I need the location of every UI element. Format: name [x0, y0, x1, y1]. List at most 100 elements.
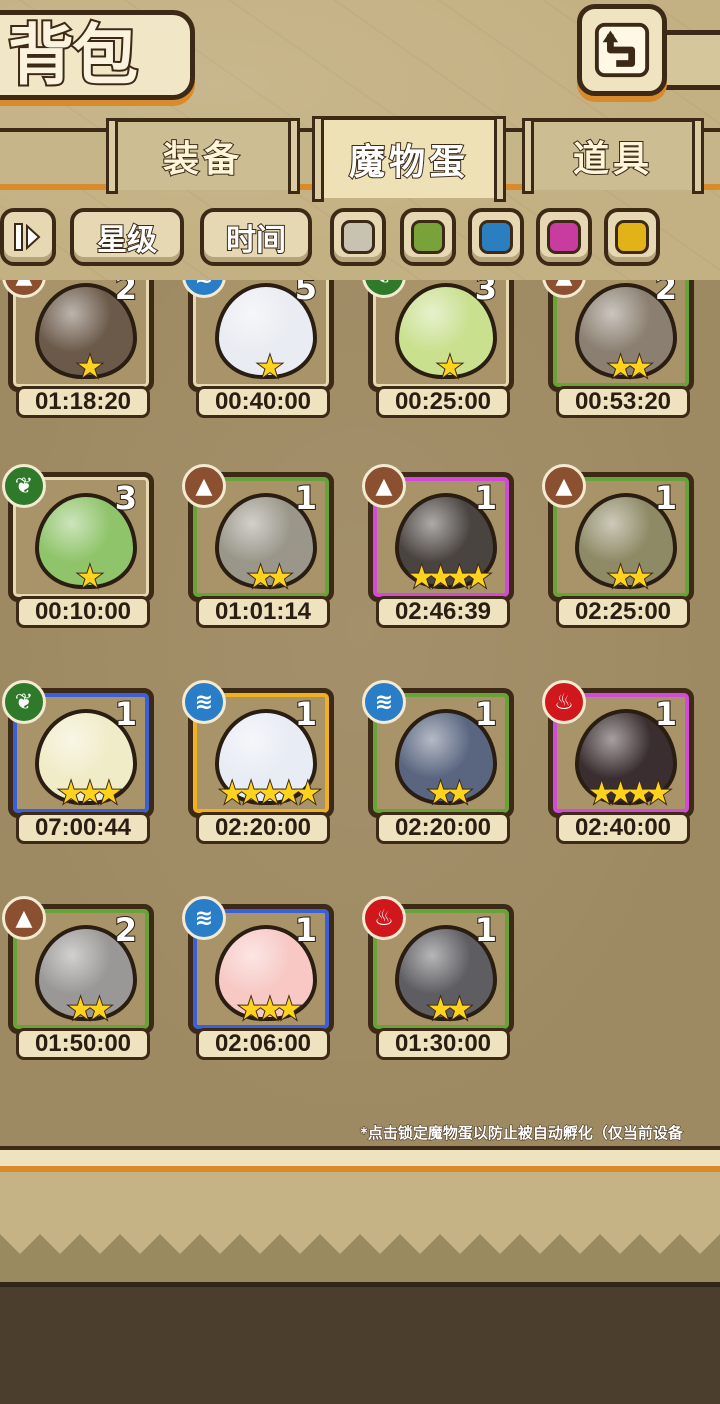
tab-monster-eggs[interactable]: 魔物蛋 — [312, 116, 506, 202]
earth-element-icon: ▲ — [362, 464, 406, 508]
star-rating: ★★ — [246, 560, 294, 595]
pink-swatch — [547, 220, 581, 254]
earth-element-icon: ▲ — [542, 464, 586, 508]
star-rating: ★★★★ — [407, 560, 493, 595]
water-element-icon: ≋ — [182, 680, 226, 724]
tab-label: 装备 — [162, 137, 243, 181]
sort-by-time-button[interactable]: 时间 — [200, 208, 312, 266]
filter-gold-button[interactable] — [604, 208, 660, 266]
hatch-timer: 02:20:00 — [376, 812, 510, 844]
hatch-timer: 01:50:00 — [16, 1028, 150, 1060]
egg-card[interactable]: 2★★▲00:53:20 — [542, 280, 698, 422]
egg-card[interactable]: 1 ★★★★ ♨ 02:40:00 — [542, 680, 698, 848]
back-button-plate — [662, 30, 720, 90]
egg-count: 1 — [294, 694, 318, 734]
hatch-timer: 02:20:00 — [196, 812, 330, 844]
filter-blue-button[interactable] — [468, 208, 524, 266]
hatch-timer: 00:25:00 — [376, 386, 510, 418]
egg-card[interactable]: 1 ★★★★ ▲ 02:46:39 — [362, 464, 518, 632]
egg-count: 5 — [294, 280, 318, 308]
egg-card[interactable]: 2★▲01:18:20 — [2, 280, 158, 422]
return-arrow-icon — [594, 22, 650, 78]
filter-bar: 星级 时间 — [0, 208, 720, 272]
egg-card[interactable]: 3 ★ ❦ 00:10:00 — [2, 464, 158, 632]
star-rating: ★★ — [606, 560, 654, 595]
sort-toggle-icon — [14, 223, 41, 251]
egg-card[interactable]: 1 ★★ ≋ 02:20:00 — [362, 680, 518, 848]
hatch-timer: 00:10:00 — [16, 596, 150, 628]
egg-count: 1 — [654, 694, 678, 734]
egg-card[interactable]: 1 ★★★ ≋ 02:06:00 — [182, 896, 338, 1064]
bottom-rail — [0, 1146, 720, 1172]
tab-post — [522, 118, 534, 194]
footer-map-panel — [0, 1282, 720, 1404]
nature-element-icon: ❦ — [2, 464, 46, 508]
hatch-timer: 02:40:00 — [556, 812, 690, 844]
star-rating: ★★★ — [57, 776, 124, 811]
hatch-timer: 00:53:20 — [556, 386, 690, 418]
tab-label: 道具 — [572, 137, 653, 181]
star-rating: ★ — [76, 350, 105, 385]
tab-post — [494, 116, 506, 202]
earth-element-icon: ▲ — [2, 896, 46, 940]
tab-equipment[interactable]: 装备 — [106, 118, 300, 194]
nature-element-icon: ❦ — [2, 680, 46, 724]
blue-swatch — [479, 220, 513, 254]
egg-count: 1 — [474, 694, 498, 734]
egg-count: 3 — [114, 478, 138, 518]
tab-label: 魔物蛋 — [348, 140, 469, 184]
sort-by-time-label: 时间 — [225, 222, 287, 259]
egg-card[interactable]: 1 ★★★ ❦ 07:00:44 — [2, 680, 158, 848]
filter-green-button[interactable] — [400, 208, 456, 266]
star-rating: ★★ — [426, 776, 474, 811]
egg-card[interactable]: 1 ★★ ▲ 02:25:00 — [542, 464, 698, 632]
egg-count: 1 — [474, 910, 498, 950]
hatch-timer: 07:00:44 — [16, 812, 150, 844]
zigzag-divider — [0, 1214, 720, 1284]
green-swatch — [411, 220, 445, 254]
hatch-timer: 01:01:14 — [196, 596, 330, 628]
egg-count: 2 — [114, 910, 138, 950]
filter-pink-button[interactable] — [536, 208, 592, 266]
egg-card[interactable]: 5★≋00:40:00 — [182, 280, 338, 422]
egg-card[interactable]: 1 ★★ ♨ 01:30:00 — [362, 896, 518, 1064]
egg-count: 1 — [474, 478, 498, 518]
star-rating: ★★★★★ — [218, 776, 322, 811]
page-title: 背包 — [0, 10, 195, 100]
egg-card[interactable]: 2 ★★ ▲ 01:50:00 — [2, 896, 158, 1064]
star-rating: ★ — [256, 350, 285, 385]
star-rating: ★ — [436, 350, 465, 385]
egg-count: 1 — [654, 478, 678, 518]
egg-card[interactable]: 3★❦00:25:00 — [362, 280, 518, 422]
egg-grid: 2 ★ ▲ 01:18:20 5 ★ ≋ 00:40:00 3 ★ ❦ 00:25:00 2 ★★ ▲ 00:… — [0, 280, 720, 1150]
tab-post — [312, 116, 324, 202]
tab-post — [288, 118, 300, 194]
grey-swatch — [341, 220, 375, 254]
star-rating: ★★ — [426, 992, 474, 1027]
sort-by-star-label: 星级 — [96, 222, 158, 259]
egg-count: 1 — [294, 910, 318, 950]
hatch-timer: 02:06:00 — [196, 1028, 330, 1060]
water-element-icon: ≋ — [182, 896, 226, 940]
egg-card[interactable]: 1 ★★★★★ ≋ 02:20:00 — [182, 680, 338, 848]
egg-count: 1 — [294, 478, 318, 518]
egg-card[interactable]: 1 ★★ ▲ 01:01:14 — [182, 464, 338, 632]
sort-by-star-button[interactable]: 星级 — [70, 208, 184, 266]
star-rating: ★★★ — [237, 992, 304, 1027]
hatch-timer: 02:25:00 — [556, 596, 690, 628]
filter-grey-button[interactable] — [330, 208, 386, 266]
star-rating: ★★★★ — [587, 776, 673, 811]
egg-count: 2 — [114, 280, 138, 308]
star-rating: ★ — [76, 560, 105, 595]
egg-count: 1 — [114, 694, 138, 734]
page-title-text: 背包 — [6, 16, 140, 94]
tab-items[interactable]: 道具 — [522, 118, 704, 194]
star-rating: ★★ — [66, 992, 114, 1027]
egg-count: 2 — [654, 280, 678, 308]
back-button[interactable] — [577, 4, 667, 96]
tab-post — [692, 118, 704, 194]
sort-order-button[interactable] — [0, 208, 56, 266]
egg-count: 3 — [474, 280, 498, 308]
hatch-timer: 00:40:00 — [196, 386, 330, 418]
gold-swatch — [615, 220, 649, 254]
